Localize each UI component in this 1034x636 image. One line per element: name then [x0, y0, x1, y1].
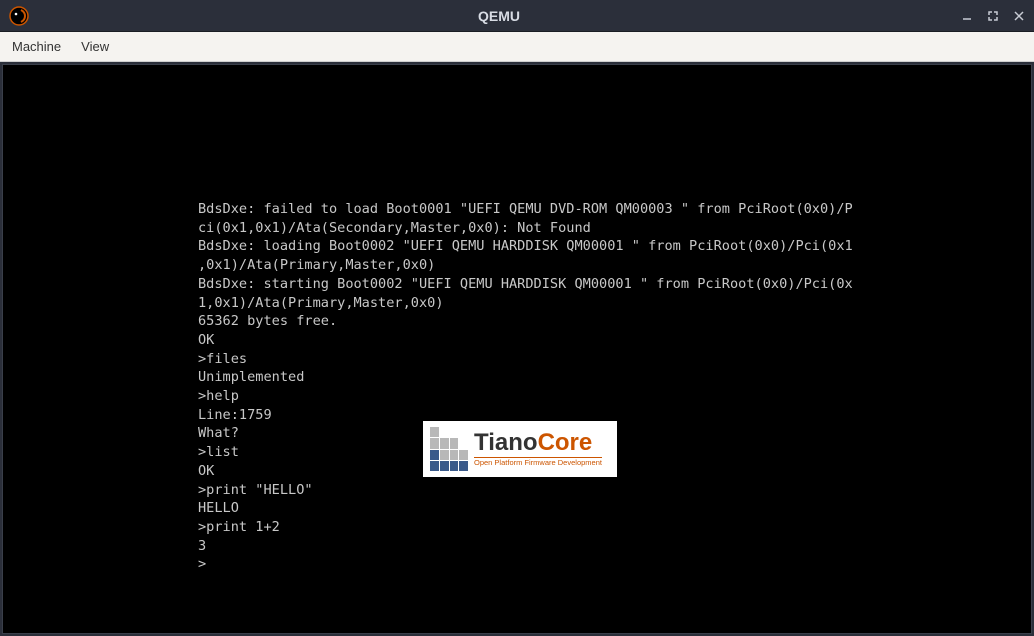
terminal-line: OK: [198, 463, 214, 479]
terminal-output: BdsDxe: failed to load Boot0001 "UEFI QE…: [198, 200, 853, 574]
window-title: QEMU: [38, 8, 960, 24]
terminal-line: >list: [198, 444, 239, 460]
terminal-line: >files: [198, 351, 247, 367]
close-button[interactable]: [1012, 9, 1026, 23]
qemu-window: QEMU Machine View BdsDxe: failed to l: [0, 0, 1034, 636]
terminal-line: 3: [198, 538, 206, 554]
terminal-line: BdsDxe: loading Boot0002 "UEFI QEMU HARD…: [198, 238, 853, 254]
maximize-button[interactable]: [986, 9, 1000, 23]
terminal-screen[interactable]: BdsDxe: failed to load Boot0001 "UEFI QE…: [2, 64, 1032, 634]
terminal-line: >print "HELLO": [198, 482, 313, 498]
terminal-line: HELLO: [198, 500, 239, 516]
logo-subtitle: Open Platform Firmware Development: [474, 457, 602, 467]
terminal-line: ci(0x1,0x1)/Ata(Secondary,Master,0x0): N…: [198, 220, 591, 236]
terminal-line: Unimplemented: [198, 369, 304, 385]
terminal-wrapper: BdsDxe: failed to load Boot0001 "UEFI QE…: [0, 62, 1034, 636]
logo-blocks-icon: [430, 427, 468, 471]
terminal-line: OK: [198, 332, 214, 348]
qemu-app-icon: [8, 5, 30, 27]
terminal-line: 1,0x1)/Ata(Primary,Master,0x0): [198, 295, 444, 311]
minimize-button[interactable]: [960, 9, 974, 23]
terminal-line: What?: [198, 425, 239, 441]
terminal-line: ,0x1)/Ata(Primary,Master,0x0): [198, 257, 435, 273]
terminal-line: 65362 bytes free.: [198, 313, 337, 329]
menu-machine[interactable]: Machine: [8, 37, 65, 56]
window-controls: [960, 9, 1026, 23]
terminal-line: BdsDxe: starting Boot0002 "UEFI QEMU HAR…: [198, 276, 853, 292]
tianocore-logo: TianoCore Open Platform Firmware Develop…: [423, 421, 617, 477]
terminal-line: Line:1759: [198, 407, 272, 423]
terminal-line: BdsDxe: failed to load Boot0001 "UEFI QE…: [198, 201, 853, 217]
logo-text: TianoCore Open Platform Firmware Develop…: [474, 431, 602, 467]
terminal-line: >help: [198, 388, 239, 404]
logo-wordmark: TianoCore: [474, 431, 602, 455]
titlebar: QEMU: [0, 0, 1034, 32]
menu-view[interactable]: View: [77, 37, 113, 56]
terminal-line: >: [198, 556, 206, 572]
menubar: Machine View: [0, 32, 1034, 62]
terminal-line: >print 1+2: [198, 519, 280, 535]
